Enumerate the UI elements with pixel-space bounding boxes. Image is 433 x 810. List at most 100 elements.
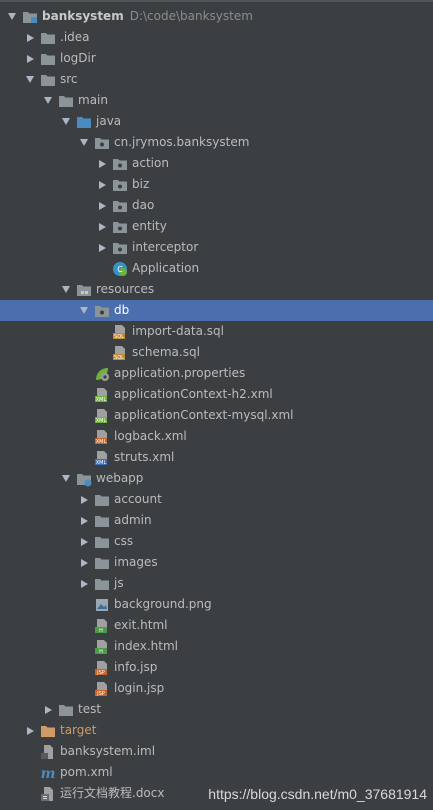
tree-item-banksystem[interactable]: banksystem D:\code\banksystem — [0, 6, 433, 27]
tree-item-label: application.properties — [114, 366, 246, 380]
tree-item-label: logback.xml — [114, 429, 187, 443]
expand-arrow-down-icon[interactable] — [60, 111, 72, 132]
folder-icon — [58, 93, 74, 109]
source-folder-icon — [76, 114, 92, 130]
tree-item-dao[interactable]: dao — [0, 195, 433, 216]
xml-file-icon: XML — [94, 429, 110, 445]
tree-item-label: applicationContext-h2.xml — [114, 387, 273, 401]
tree-item-biz[interactable]: biz — [0, 174, 433, 195]
tree-item-logback[interactable]: XML logback.xml — [0, 426, 433, 447]
package-icon — [112, 156, 128, 172]
tree-item-entity[interactable]: entity — [0, 216, 433, 237]
collapse-arrow-right-icon[interactable] — [96, 174, 108, 195]
tree-item-js[interactable]: js — [0, 573, 433, 594]
window-top-border — [0, 0, 433, 2]
expand-arrow-down-icon[interactable] — [24, 69, 36, 90]
expand-arrow-down-icon[interactable] — [78, 300, 90, 321]
collapse-arrow-right-icon[interactable] — [42, 699, 54, 720]
folder-icon — [58, 702, 74, 718]
tree-item-indexhtml[interactable]: Hindex.html — [0, 636, 433, 657]
collapse-arrow-right-icon[interactable] — [78, 510, 90, 531]
tree-item-ctxh2[interactable]: XML applicationContext-h2.xml — [0, 384, 433, 405]
tree-item-ctxmysql[interactable]: XML applicationContext-mysql.xml — [0, 405, 433, 426]
tree-item-main[interactable]: main — [0, 90, 433, 111]
module-folder-icon — [22, 9, 38, 25]
tree-item-css[interactable]: css — [0, 531, 433, 552]
tree-item-src[interactable]: src — [0, 69, 433, 90]
collapse-arrow-right-icon[interactable] — [24, 27, 36, 48]
resources-folder-icon — [76, 282, 92, 298]
tree-item-label: pom.xml — [60, 765, 113, 779]
tree-item-target[interactable]: target — [0, 720, 433, 741]
collapse-arrow-right-icon[interactable] — [96, 195, 108, 216]
tree-item-struts[interactable]: XML struts.xml — [0, 447, 433, 468]
collapse-arrow-right-icon[interactable] — [78, 489, 90, 510]
expand-arrow-down-icon[interactable] — [6, 6, 18, 27]
tree-item-infojsp[interactable]: JSP info.jsp — [0, 657, 433, 678]
tree-item-label: target — [60, 723, 97, 737]
tree-item-label: main — [78, 93, 108, 107]
expand-arrow-down-icon[interactable] — [78, 132, 90, 153]
svg-text:m: m — [41, 766, 56, 781]
tree-item-images[interactable]: images — [0, 552, 433, 573]
tree-item-test[interactable]: test — [0, 699, 433, 720]
tree-item-label: css — [114, 534, 134, 548]
svg-text:C: C — [117, 265, 123, 274]
project-tree[interactable]: banksystem D:\code\banksystem .idea logDir s… — [0, 6, 433, 804]
folder-icon — [40, 30, 56, 46]
tree-item-iml[interactable]: banksystem.iml — [0, 741, 433, 762]
watermark: https://blog.csdn.net/m0_37681914 — [208, 786, 427, 802]
tree-item-label: js — [114, 576, 124, 590]
tree-item-application[interactable]: C Application — [0, 258, 433, 279]
tree-item-label: images — [114, 555, 158, 569]
package-icon — [94, 135, 110, 151]
collapse-arrow-right-icon[interactable] — [96, 216, 108, 237]
package-icon — [112, 219, 128, 235]
tree-item-label: info.jsp — [114, 660, 158, 674]
tree-item-exithtml[interactable]: Hexit.html — [0, 615, 433, 636]
tree-item-action[interactable]: action — [0, 153, 433, 174]
expand-arrow-down-icon[interactable] — [60, 468, 72, 489]
tree-item-label: index.html — [114, 639, 178, 653]
svg-text:JSP: JSP — [96, 691, 105, 697]
tree-item-admin[interactable]: admin — [0, 510, 433, 531]
tree-item-loginjsp[interactable]: JSP login.jsp — [0, 678, 433, 699]
docx-file-icon — [40, 786, 56, 802]
collapse-arrow-right-icon[interactable] — [78, 531, 90, 552]
collapse-arrow-right-icon[interactable] — [78, 552, 90, 573]
tree-item-java[interactable]: java — [0, 111, 433, 132]
svg-text:JSP: JSP — [96, 670, 105, 676]
tree-item-label: admin — [114, 513, 152, 527]
tree-item-label: banksystem.iml — [60, 744, 156, 758]
jsp-file-icon: JSP — [94, 681, 110, 697]
web-folder-icon — [76, 471, 92, 487]
collapse-arrow-right-icon[interactable] — [96, 153, 108, 174]
tree-item-pom[interactable]: m pom.xml — [0, 762, 433, 783]
tree-item-label: db — [114, 303, 130, 317]
tree-item-label: applicationContext-mysql.xml — [114, 408, 294, 422]
jsp-file-icon: JSP — [94, 660, 110, 676]
collapse-arrow-right-icon[interactable] — [24, 48, 36, 69]
tree-item-importdata[interactable]: SQL import-data.sql — [0, 321, 433, 342]
image-file-icon — [94, 597, 110, 613]
folder-icon — [94, 534, 110, 550]
tree-item-idea[interactable]: .idea — [0, 27, 433, 48]
tree-item-resources[interactable]: resources — [0, 279, 433, 300]
tree-item-schema[interactable]: SQL schema.sql — [0, 342, 433, 363]
collapse-arrow-right-icon[interactable] — [96, 237, 108, 258]
tree-item-db[interactable]: db — [0, 300, 433, 321]
svg-text:XML: XML — [96, 439, 107, 445]
tree-item-webapp[interactable]: webapp — [0, 468, 433, 489]
tree-item-appprops[interactable]: application.properties — [0, 363, 433, 384]
expand-arrow-down-icon[interactable] — [42, 90, 54, 111]
tree-item-account[interactable]: account — [0, 489, 433, 510]
collapse-arrow-right-icon[interactable] — [78, 573, 90, 594]
tree-item-bgpng[interactable]: background.png — [0, 594, 433, 615]
spring-xml-icon: XML — [94, 387, 110, 403]
tree-item-pkg[interactable]: cn.jrymos.banksystem — [0, 132, 433, 153]
expand-arrow-down-icon[interactable] — [60, 279, 72, 300]
tree-item-interceptor[interactable]: interceptor — [0, 237, 433, 258]
tree-item-logdir[interactable]: logDir — [0, 48, 433, 69]
svg-text:H: H — [99, 628, 103, 634]
collapse-arrow-right-icon[interactable] — [24, 720, 36, 741]
